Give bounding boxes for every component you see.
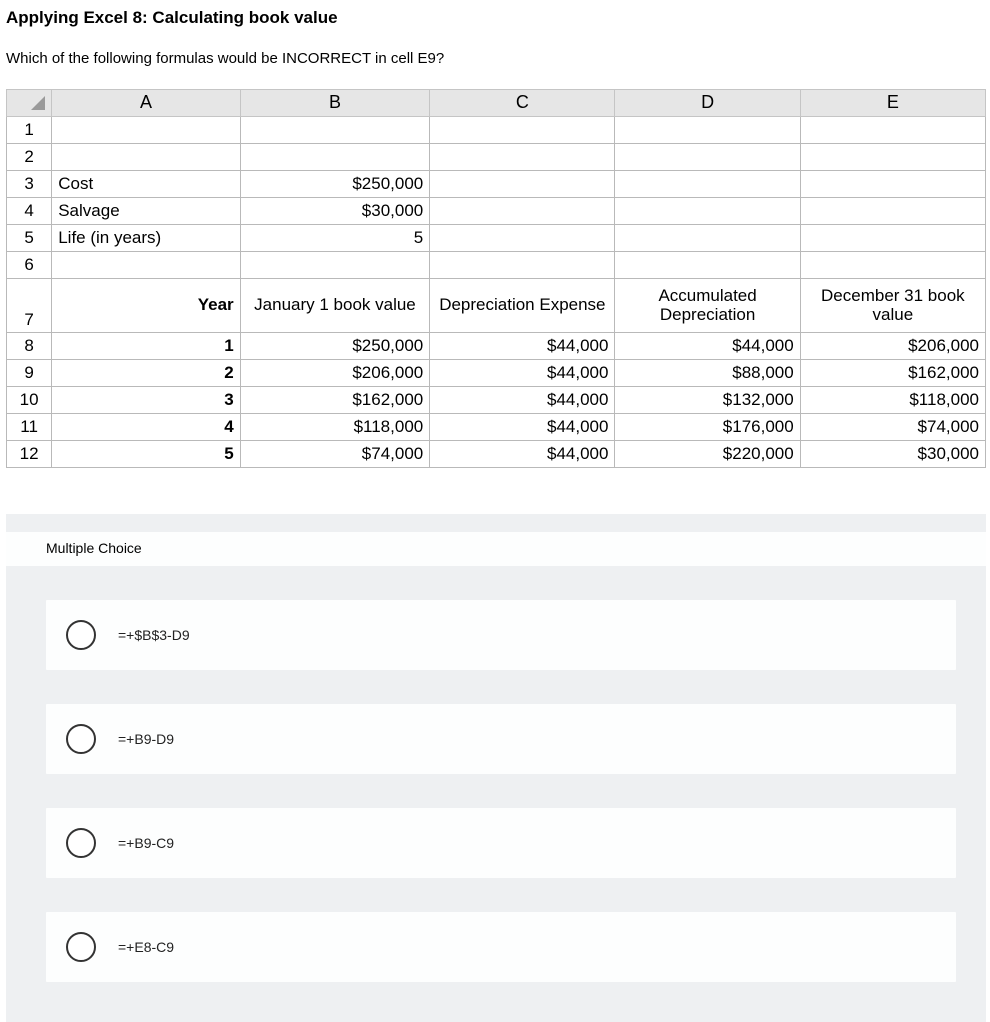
choice-label: =+B9-C9: [118, 835, 174, 851]
cell-acc[interactable]: $132,000: [615, 387, 800, 414]
cell-year[interactable]: 4: [52, 414, 240, 441]
cell-dep[interactable]: $44,000: [430, 414, 615, 441]
cell-dec31[interactable]: $74,000: [800, 414, 985, 441]
cell-dep[interactable]: $44,000: [430, 441, 615, 468]
column-header-row: A B C D E: [7, 90, 986, 117]
col-header-e[interactable]: E: [800, 90, 985, 117]
row-header[interactable]: 11: [7, 414, 52, 441]
mc-title: Multiple Choice: [6, 532, 986, 566]
cell[interactable]: [430, 198, 615, 225]
cell-jan1[interactable]: $250,000: [240, 333, 430, 360]
question-text: Which of the following formulas would be…: [6, 50, 984, 67]
choice-option[interactable]: =+B9-C9: [46, 808, 956, 878]
cell-acc[interactable]: $220,000: [615, 441, 800, 468]
choice-label: =+E8-C9: [118, 939, 174, 955]
cell[interactable]: [52, 144, 240, 171]
col-header-d[interactable]: D: [615, 90, 800, 117]
cell-jan1[interactable]: $118,000: [240, 414, 430, 441]
select-all-icon: [31, 96, 45, 110]
col-header-b[interactable]: B: [240, 90, 430, 117]
radio-icon[interactable]: [66, 828, 96, 858]
cell[interactable]: [615, 117, 800, 144]
cell-dec31[interactable]: $118,000: [800, 387, 985, 414]
cell[interactable]: [615, 198, 800, 225]
cell-header-dec31[interactable]: December 31 book value: [800, 279, 985, 333]
cell-dec31[interactable]: $206,000: [800, 333, 985, 360]
cell[interactable]: [430, 171, 615, 198]
cell[interactable]: [800, 225, 985, 252]
row-header[interactable]: 5: [7, 225, 52, 252]
cell-header-dep[interactable]: Depreciation Expense: [430, 279, 615, 333]
cell[interactable]: [615, 225, 800, 252]
cell[interactable]: [615, 252, 800, 279]
cell[interactable]: [800, 171, 985, 198]
choice-option[interactable]: =+E8-C9: [46, 912, 956, 982]
cell-year[interactable]: 2: [52, 360, 240, 387]
cell-salvage-label[interactable]: Salvage: [52, 198, 240, 225]
cell-acc[interactable]: $88,000: [615, 360, 800, 387]
multiple-choice-panel: Multiple Choice =+$B$3-D9 =+B9-D9 =+B9-C…: [6, 514, 986, 1022]
cell-dep[interactable]: $44,000: [430, 387, 615, 414]
cell-acc[interactable]: $44,000: [615, 333, 800, 360]
cell-dep[interactable]: $44,000: [430, 333, 615, 360]
cell-year[interactable]: 1: [52, 333, 240, 360]
row-header[interactable]: 9: [7, 360, 52, 387]
cell-year[interactable]: 5: [52, 441, 240, 468]
cell[interactable]: [615, 144, 800, 171]
cell-header-year[interactable]: Year: [52, 279, 240, 333]
row-header[interactable]: 6: [7, 252, 52, 279]
cell[interactable]: [52, 117, 240, 144]
select-all-corner[interactable]: [7, 90, 52, 117]
cell-salvage-value[interactable]: $30,000: [240, 198, 430, 225]
cell[interactable]: [800, 144, 985, 171]
page-title: Applying Excel 8: Calculating book value: [6, 8, 984, 28]
cell[interactable]: [800, 117, 985, 144]
cell[interactable]: [240, 252, 430, 279]
choice-option[interactable]: =+$B$3-D9: [46, 600, 956, 670]
cell-life-label[interactable]: Life (in years): [52, 225, 240, 252]
cell-dep[interactable]: $44,000: [430, 360, 615, 387]
cell-jan1[interactable]: $162,000: [240, 387, 430, 414]
cell-cost-value[interactable]: $250,000: [240, 171, 430, 198]
cell-acc[interactable]: $176,000: [615, 414, 800, 441]
col-header-c[interactable]: C: [430, 90, 615, 117]
row-header[interactable]: 3: [7, 171, 52, 198]
spreadsheet: A B C D E 1 2 3 Cost $250,000: [6, 89, 986, 468]
cell-cost-label[interactable]: Cost: [52, 171, 240, 198]
cell[interactable]: [240, 144, 430, 171]
cell[interactable]: [430, 144, 615, 171]
cell-dec31[interactable]: $162,000: [800, 360, 985, 387]
radio-icon[interactable]: [66, 620, 96, 650]
cell-header-jan1[interactable]: January 1 book value: [240, 279, 430, 333]
cell-jan1[interactable]: $74,000: [240, 441, 430, 468]
row-header[interactable]: 2: [7, 144, 52, 171]
cell-jan1[interactable]: $206,000: [240, 360, 430, 387]
radio-icon[interactable]: [66, 932, 96, 962]
row-header[interactable]: 8: [7, 333, 52, 360]
cell[interactable]: [430, 225, 615, 252]
cell-dec31[interactable]: $30,000: [800, 441, 985, 468]
choice-option[interactable]: =+B9-D9: [46, 704, 956, 774]
col-header-a[interactable]: A: [52, 90, 240, 117]
cell[interactable]: [430, 117, 615, 144]
cell[interactable]: [240, 117, 430, 144]
cell[interactable]: [800, 252, 985, 279]
row-header[interactable]: 7: [7, 279, 52, 333]
row-header[interactable]: 10: [7, 387, 52, 414]
row-header[interactable]: 12: [7, 441, 52, 468]
choice-label: =+B9-D9: [118, 731, 174, 747]
cell[interactable]: [800, 198, 985, 225]
row-header[interactable]: 1: [7, 117, 52, 144]
row-header[interactable]: 4: [7, 198, 52, 225]
cell-header-acc[interactable]: Accumulated Depreciation: [615, 279, 800, 333]
cell-year[interactable]: 3: [52, 387, 240, 414]
radio-icon[interactable]: [66, 724, 96, 754]
choice-label: =+$B$3-D9: [118, 627, 190, 643]
cell[interactable]: [430, 252, 615, 279]
cell[interactable]: [52, 252, 240, 279]
cell-life-value[interactable]: 5: [240, 225, 430, 252]
cell[interactable]: [615, 171, 800, 198]
